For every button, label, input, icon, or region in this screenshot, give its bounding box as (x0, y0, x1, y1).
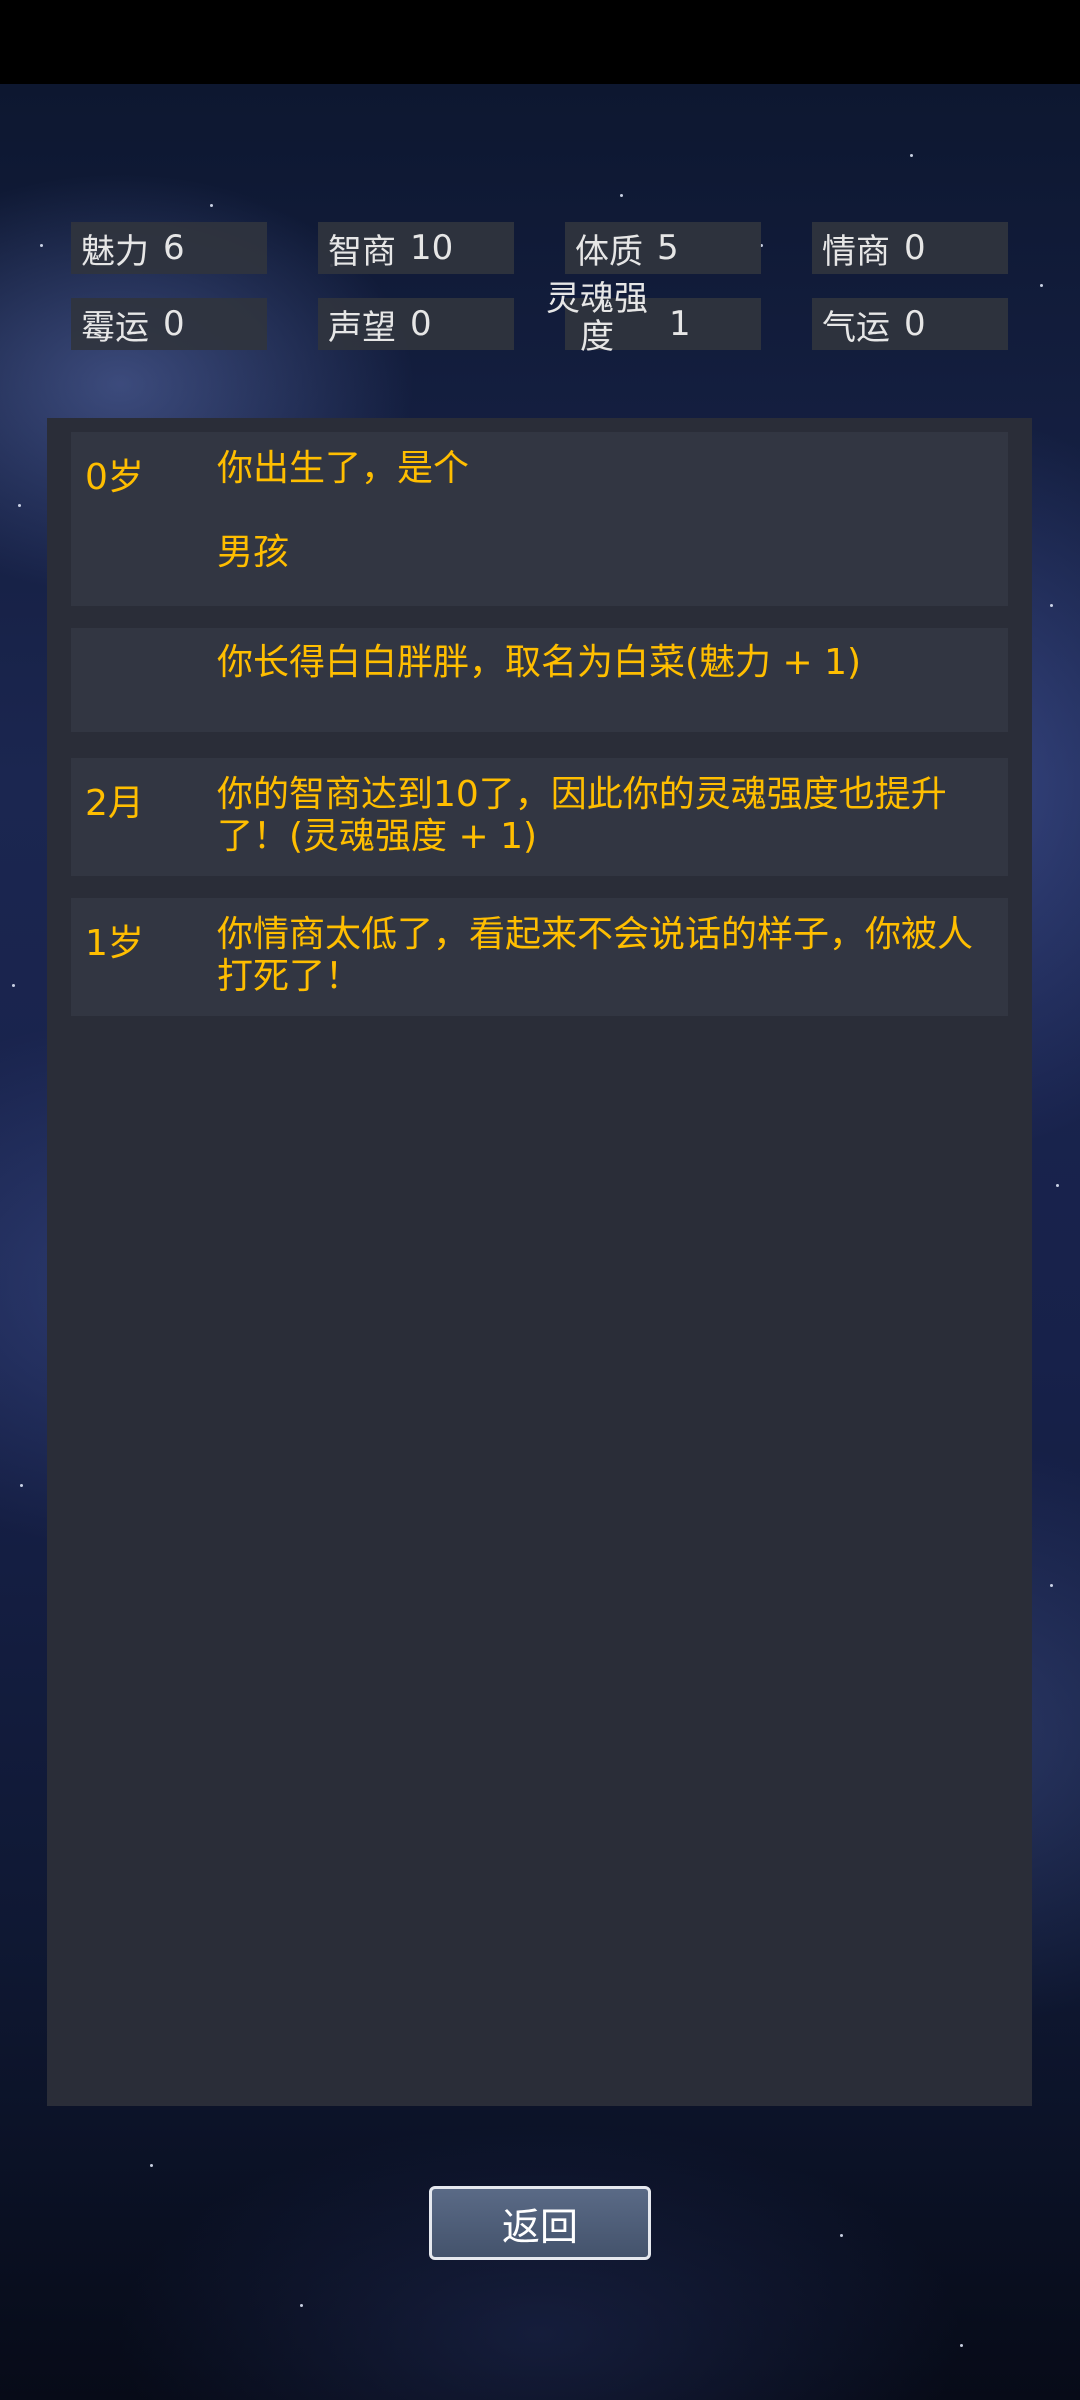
status-bar (0, 0, 1080, 84)
log-text: 你出生了，是个 (217, 448, 470, 489)
stat-value: 0 (904, 304, 926, 344)
log-text: 你长得白白胖胖，取名为白菜(魅力 + 1) (217, 642, 862, 683)
star (960, 2344, 963, 2347)
stat-constitution: 体质 5 (565, 222, 761, 274)
star (12, 984, 15, 987)
back-button[interactable]: 返回 (429, 2186, 651, 2260)
log-text: 你情商太低了，看起来不会说话的样子，你被人打死了！ (217, 914, 974, 997)
stat-value: 6 (163, 228, 185, 268)
log-entry: 0岁 你出生了，是个 男孩 (71, 432, 1008, 606)
stat-label: 魅力 (81, 231, 149, 272)
stat-label: 体质 (575, 231, 643, 272)
stat-intelligence: 智商 10 (318, 222, 514, 274)
log-entry: 你长得白白胖胖，取名为白菜(魅力 + 1) (71, 628, 1008, 732)
star (1040, 284, 1043, 287)
log-text: 你的智商达到10了，因此你的灵魂强度也提升了！(灵魂强度 + 1) (217, 774, 947, 857)
log-age: 0岁 (85, 457, 144, 498)
stat-value: 10 (410, 228, 454, 268)
stat-label: 智商 (328, 231, 396, 272)
star (40, 244, 43, 247)
stat-eq: 情商 0 (812, 222, 1008, 274)
stat-label: 情商 (822, 231, 890, 272)
star (20, 1484, 23, 1487)
life-log-panel[interactable]: 0岁 你出生了，是个 男孩 你长得白白胖胖，取名为白菜(魅力 + 1) 2月 你… (47, 418, 1032, 2106)
star (620, 194, 623, 197)
star (910, 154, 913, 157)
log-entry: 1岁 你情商太低了，看起来不会说话的样子，你被人打死了！ (71, 898, 1008, 1016)
stat-bad-luck: 霉运 0 (71, 298, 267, 350)
star (300, 2304, 303, 2307)
star (840, 2234, 843, 2237)
star (1056, 1184, 1059, 1187)
star (18, 504, 21, 507)
stat-label: 灵魂强度 (546, 279, 648, 357)
stat-label: 霉运 (81, 307, 149, 348)
star (150, 2164, 153, 2167)
stat-reputation: 声望 0 (318, 298, 514, 350)
log-age: 2月 (85, 783, 144, 824)
log-text-line2: 男孩 (217, 532, 290, 573)
stat-charm: 魅力 6 (71, 222, 267, 274)
stat-value: 1 (669, 304, 691, 344)
stat-value: 0 (410, 304, 432, 344)
stat-fortune: 气运 0 (812, 298, 1008, 350)
log-entry: 2月 你的智商达到10了，因此你的灵魂强度也提升了！(灵魂强度 + 1) (71, 758, 1008, 876)
stat-value: 5 (657, 228, 679, 268)
stat-value: 0 (904, 228, 926, 268)
stat-label: 气运 (822, 307, 890, 348)
star (1050, 1584, 1053, 1587)
stat-value: 0 (163, 304, 185, 344)
star (210, 204, 213, 207)
stat-soul-strength: 灵魂强度 1 (546, 280, 761, 356)
star (1050, 604, 1053, 607)
log-age: 1岁 (85, 923, 144, 964)
stat-label: 声望 (328, 307, 396, 348)
